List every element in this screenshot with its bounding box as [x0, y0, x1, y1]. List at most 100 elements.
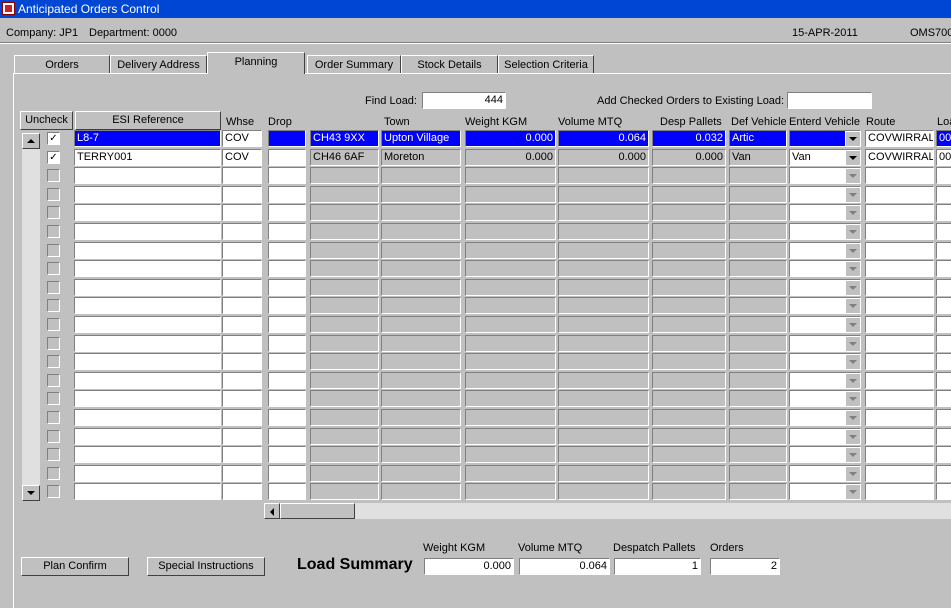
cell-drop[interactable]	[268, 130, 306, 147]
cell-postcode[interactable]	[310, 316, 379, 333]
cell-entered-vehicle[interactable]	[789, 223, 861, 240]
order-checkbox[interactable]	[47, 337, 60, 350]
add-checked-field[interactable]	[787, 92, 872, 109]
cell-drop[interactable]	[268, 483, 306, 500]
cell-route[interactable]	[865, 204, 934, 221]
cell-def-vehicle[interactable]	[729, 372, 787, 389]
cell-def-vehicle[interactable]	[729, 428, 787, 445]
dropdown-arrow-icon[interactable]	[845, 466, 860, 481]
cell-esi-reference[interactable]	[74, 372, 221, 389]
cell-load[interactable]	[936, 204, 951, 221]
cell-load[interactable]	[936, 316, 951, 333]
dropdown-arrow-icon[interactable]	[845, 410, 860, 425]
cell-drop[interactable]	[268, 428, 306, 445]
cell-postcode[interactable]	[310, 409, 379, 426]
cell-whse[interactable]	[222, 409, 262, 426]
cell-town[interactable]	[381, 242, 461, 259]
cell-weight[interactable]	[465, 335, 556, 352]
cell-drop[interactable]	[268, 353, 306, 370]
cell-town[interactable]: Upton Village	[381, 130, 461, 147]
cell-esi-reference[interactable]	[74, 335, 221, 352]
order-checkbox[interactable]	[47, 299, 60, 312]
dropdown-arrow-icon[interactable]	[845, 205, 860, 220]
cell-weight[interactable]: 0.000	[465, 149, 556, 166]
cell-town[interactable]	[381, 390, 461, 407]
cell-weight[interactable]	[465, 465, 556, 482]
scroll-thumb[interactable]	[280, 503, 355, 519]
dropdown-arrow-icon[interactable]	[845, 484, 860, 499]
scroll-left-icon[interactable]	[264, 503, 280, 519]
cell-volume[interactable]: 0.064	[558, 130, 649, 147]
dropdown-arrow-icon[interactable]	[845, 224, 860, 239]
cell-drop[interactable]	[268, 335, 306, 352]
cell-postcode[interactable]	[310, 465, 379, 482]
cell-esi-reference[interactable]: L8-7	[74, 130, 221, 147]
esi-reference-header[interactable]: ESI Reference	[75, 111, 221, 130]
dropdown-arrow-icon[interactable]	[845, 391, 860, 406]
cell-weight[interactable]	[465, 223, 556, 240]
order-checkbox[interactable]	[47, 392, 60, 405]
cell-route[interactable]	[865, 465, 934, 482]
cell-load[interactable]	[936, 335, 951, 352]
cell-def-vehicle[interactable]	[729, 204, 787, 221]
cell-drop[interactable]	[268, 204, 306, 221]
cell-pallets[interactable]	[652, 465, 726, 482]
cell-volume[interactable]	[558, 223, 649, 240]
cell-drop[interactable]	[268, 409, 306, 426]
cell-weight[interactable]	[465, 186, 556, 203]
cell-esi-reference[interactable]	[74, 204, 221, 221]
cell-postcode[interactable]	[310, 297, 379, 314]
cell-volume[interactable]	[558, 316, 649, 333]
dropdown-arrow-icon[interactable]	[845, 150, 860, 165]
cell-weight[interactable]	[465, 242, 556, 259]
cell-town[interactable]	[381, 167, 461, 184]
cell-pallets[interactable]	[652, 186, 726, 203]
cell-def-vehicle[interactable]	[729, 186, 787, 203]
cell-weight[interactable]	[465, 409, 556, 426]
cell-postcode[interactable]	[310, 428, 379, 445]
cell-postcode[interactable]	[310, 204, 379, 221]
cell-def-vehicle[interactable]	[729, 446, 787, 463]
cell-esi-reference[interactable]	[74, 279, 221, 296]
order-checkbox[interactable]	[47, 485, 60, 498]
cell-pallets[interactable]	[652, 409, 726, 426]
order-checkbox[interactable]: ✓	[47, 132, 60, 145]
cell-route[interactable]	[865, 260, 934, 277]
cell-load[interactable]	[936, 297, 951, 314]
cell-town[interactable]	[381, 279, 461, 296]
cell-entered-vehicle[interactable]	[789, 204, 861, 221]
cell-weight[interactable]: 0.000	[465, 130, 556, 147]
dropdown-arrow-icon[interactable]	[845, 187, 860, 202]
cell-route[interactable]	[865, 186, 934, 203]
cell-volume[interactable]	[558, 204, 649, 221]
cell-load[interactable]	[936, 260, 951, 277]
cell-def-vehicle[interactable]	[729, 335, 787, 352]
cell-drop[interactable]	[268, 186, 306, 203]
cell-drop[interactable]	[268, 316, 306, 333]
cell-volume[interactable]	[558, 297, 649, 314]
cell-route[interactable]	[865, 316, 934, 333]
cell-volume[interactable]	[558, 279, 649, 296]
cell-postcode[interactable]	[310, 186, 379, 203]
cell-route[interactable]	[865, 483, 934, 500]
cell-whse[interactable]	[222, 446, 262, 463]
cell-pallets[interactable]	[652, 204, 726, 221]
cell-weight[interactable]	[465, 353, 556, 370]
cell-whse[interactable]	[222, 223, 262, 240]
cell-entered-vehicle[interactable]	[789, 483, 861, 500]
order-checkbox[interactable]: ✓	[47, 151, 60, 164]
cell-load[interactable]: 00	[936, 130, 951, 147]
cell-whse[interactable]	[222, 316, 262, 333]
cell-esi-reference[interactable]	[74, 167, 221, 184]
cell-volume[interactable]: 0.000	[558, 149, 649, 166]
cell-volume[interactable]	[558, 335, 649, 352]
cell-load[interactable]	[936, 446, 951, 463]
cell-entered-vehicle[interactable]	[789, 297, 861, 314]
cell-pallets[interactable]	[652, 446, 726, 463]
cell-town[interactable]	[381, 483, 461, 500]
cell-entered-vehicle[interactable]	[789, 465, 861, 482]
cell-load[interactable]	[936, 372, 951, 389]
cell-weight[interactable]	[465, 446, 556, 463]
cell-volume[interactable]	[558, 465, 649, 482]
cell-route[interactable]	[865, 223, 934, 240]
